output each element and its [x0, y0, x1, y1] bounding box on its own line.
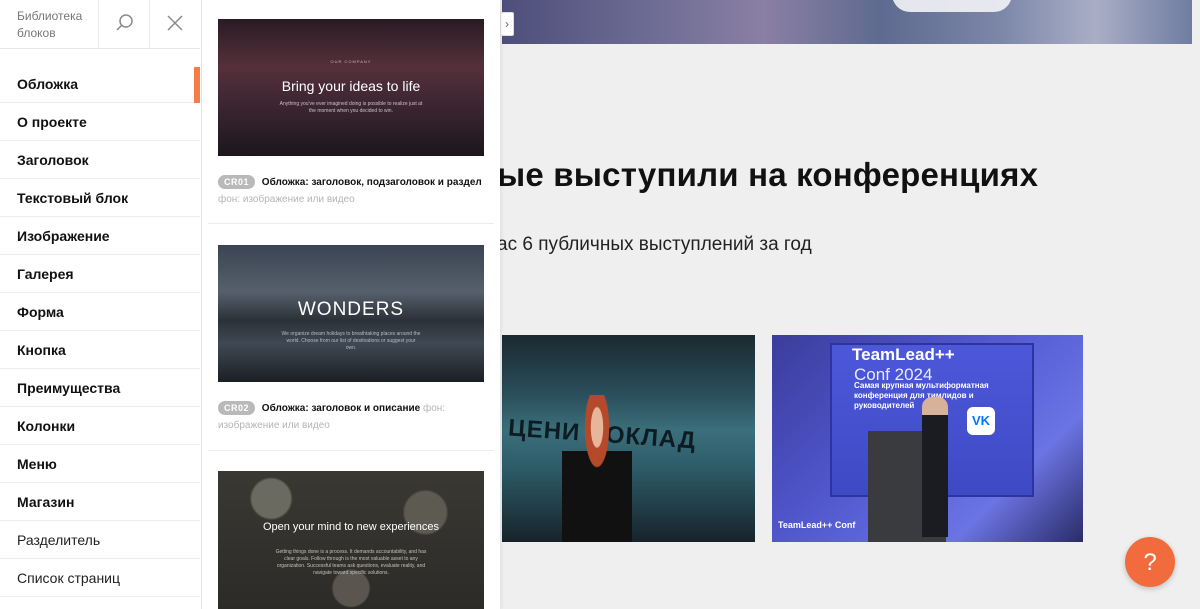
sidebar-item-label: Заголовок	[17, 152, 89, 168]
block-preview-thumbnail[interactable]: WONDERS We organize dream holidays to br…	[218, 245, 484, 382]
library-title: Библиотека блоков	[17, 9, 83, 40]
sidebar-item-label: Текстовый блок	[17, 190, 129, 206]
category-menu: Обложка О проекте Заголовок Текстовый бл…	[0, 65, 200, 597]
sidebar-item-divider[interactable]: Разделитель	[0, 521, 200, 559]
sidebar-item-label: Преимущества	[17, 380, 121, 396]
sidebar-item-button[interactable]: Кнопка	[0, 331, 200, 369]
sidebar-header: Библиотека блоков	[0, 0, 200, 49]
chevron-right-icon[interactable]: ›	[500, 12, 514, 36]
preview-eyebrow: OUR COMPANY	[330, 59, 372, 64]
block-card-cr03[interactable]: Open your mind to new experiences Gettin…	[218, 471, 484, 609]
search-icon	[116, 14, 133, 31]
search-button[interactable]	[99, 0, 149, 48]
block-card-cr01[interactable]: OUR COMPANY Bring your ideas to life Any…	[218, 19, 484, 208]
block-card-cr02[interactable]: WONDERS We organize dream holidays to br…	[218, 245, 484, 434]
sidebar-item-label: Колонки	[17, 418, 76, 434]
conference-photo-1: ЦЕНИ ДОКЛАД	[502, 335, 755, 542]
sidebar-item-gallery[interactable]: Галерея	[0, 255, 200, 293]
sidebar-item-form[interactable]: Форма	[0, 293, 200, 331]
sidebar-item-shop[interactable]: Магазин	[0, 483, 200, 521]
screen-title: TeamLead++	[852, 345, 955, 364]
block-code-badge: CR01	[218, 175, 256, 189]
sidebar-item-menu[interactable]: Меню	[0, 445, 200, 483]
sidebar-item-text[interactable]: Текстовый блок	[0, 179, 200, 217]
vk-logo: VK	[967, 407, 995, 435]
block-preview-thumbnail[interactable]: OUR COMPANY Bring your ideas to life Any…	[218, 19, 484, 156]
close-button[interactable]	[150, 0, 200, 48]
preview-title: Bring your ideas to life	[281, 78, 421, 94]
card-divider	[208, 223, 494, 224]
sidebar-item-label: Список страниц	[17, 570, 121, 586]
sidebar-item-label: Кнопка	[17, 342, 66, 358]
block-caption: CR02 Обложка: заголовок и описание фон: …	[218, 400, 484, 434]
sidebar-item-page-list[interactable]: Список страниц	[0, 559, 200, 597]
card-divider	[208, 450, 494, 451]
preview-text: Getting things done is a process. It dem…	[275, 549, 427, 576]
preview-text: Anything you've ever imagined doing is p…	[279, 101, 423, 114]
sidebar-item-label: О проекте	[17, 114, 87, 130]
sidebar-item-features[interactable]: Преимущества	[0, 369, 200, 407]
sidebar-item-columns[interactable]: Колонки	[0, 407, 200, 445]
help-button[interactable]: ?	[1125, 537, 1175, 587]
block-name: Обложка: заголовок, подзаголовок и разде…	[261, 177, 482, 188]
sidebar-item-label: Магазин	[17, 494, 75, 510]
speaker-figure	[922, 397, 948, 537]
sidebar-item-label: Обложка	[17, 76, 78, 92]
hero-image	[502, 0, 1192, 44]
section-subheading: ас 6 публичных выступлений за год	[497, 234, 812, 255]
sidebar-item-cover[interactable]: Обложка	[0, 65, 200, 103]
close-icon	[167, 15, 183, 31]
block-name: Обложка: заголовок и описание	[261, 403, 421, 414]
speaker-figure	[562, 395, 632, 542]
photo-footer-logo: TeamLead++ Conf	[778, 520, 856, 530]
block-library-sidebar: Библиотека блоков Обложка О проекте Заго…	[0, 0, 202, 609]
section-heading: ые выступили на конференциях	[497, 156, 1039, 193]
block-code-badge: CR02	[218, 401, 256, 415]
sidebar-item-label: Разделитель	[17, 532, 101, 548]
block-background-note: фон: изображение или видео	[218, 194, 355, 205]
sidebar-item-about[interactable]: О проекте	[0, 103, 200, 141]
sidebar-item-heading[interactable]: Заголовок	[0, 141, 200, 179]
sidebar-item-label: Галерея	[17, 266, 74, 282]
preview-text: We organize dream holidays to breathtaki…	[281, 331, 421, 351]
block-preview-thumbnail[interactable]: Open your mind to new experiences Gettin…	[218, 471, 484, 609]
block-caption: CR01 Обложка: заголовок, подзаголовок и …	[218, 174, 484, 208]
block-preview-panel: OUR COMPANY Bring your ideas to life Any…	[202, 0, 500, 609]
conference-photo-2: TeamLead++ Conf 2024 Самая крупная мульт…	[772, 335, 1083, 542]
preview-title: WONDERS	[297, 299, 405, 320]
sidebar-item-label: Форма	[17, 304, 64, 320]
sidebar-item-image[interactable]: Изображение	[0, 217, 200, 255]
sidebar-item-label: Изображение	[17, 228, 110, 244]
preview-title: Open your mind to new experiences	[262, 521, 440, 533]
sidebar-item-label: Меню	[17, 456, 57, 472]
